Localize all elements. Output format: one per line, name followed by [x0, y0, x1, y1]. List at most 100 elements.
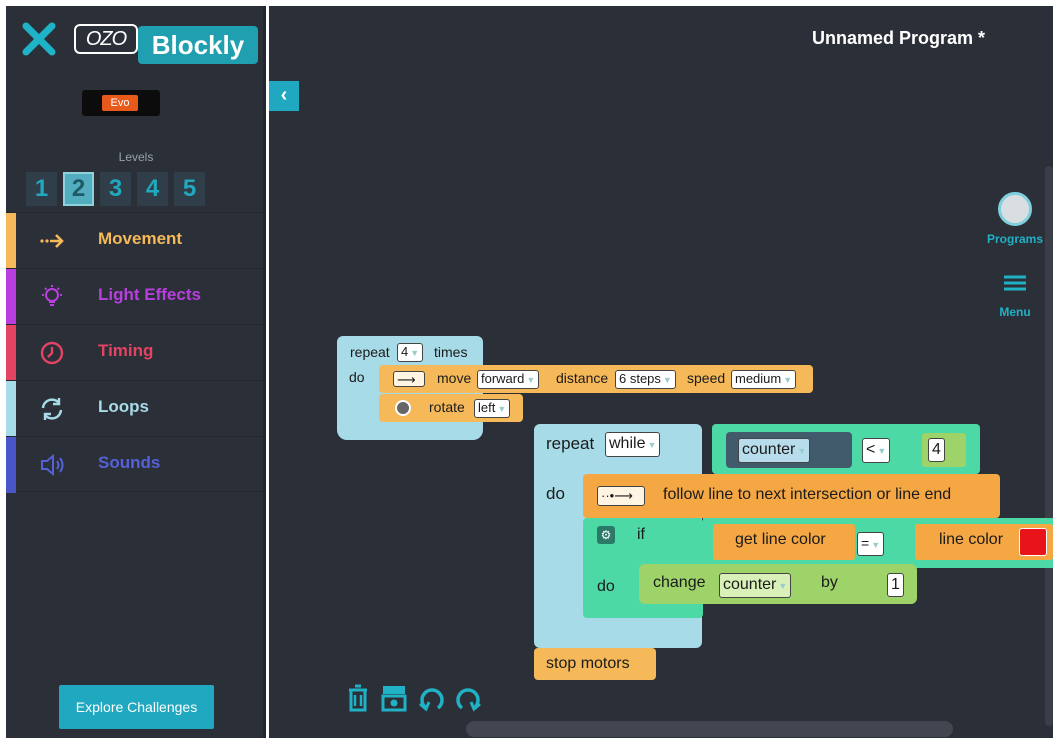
category-timing[interactable]: Timing	[6, 324, 266, 381]
if-label: if	[637, 526, 645, 543]
chevron-down-icon: ▼	[783, 375, 793, 385]
variable-value: counter	[723, 576, 777, 593]
chevron-down-icon: ▼	[647, 440, 657, 450]
follow-line-block[interactable]: ··•⟶ follow line to next intersection or…	[583, 474, 1000, 518]
change-variable-block[interactable]: change counter ▼ by 1	[639, 564, 917, 604]
arrow-icon: ⟶	[393, 371, 425, 387]
chevron-down-icon: ▼	[410, 348, 420, 358]
rotate-value: left	[478, 400, 496, 415]
operator-dropdown[interactable]: < ▼	[862, 438, 891, 463]
color-swatch[interactable]	[1019, 528, 1047, 556]
move-block[interactable]: ⟶ move forward ▼ distance 6 steps ▼ speed …	[379, 365, 813, 393]
distance-value: 6 steps	[619, 371, 661, 386]
level-4-button[interactable]: 4	[137, 172, 168, 206]
category-label: Timing	[98, 341, 154, 360]
rotate-label: rotate	[429, 399, 465, 415]
menu-label: Menu	[999, 305, 1031, 319]
distance-dropdown[interactable]: 6 steps ▼	[615, 370, 676, 389]
programs-button[interactable]: Programs	[985, 192, 1045, 262]
clock-icon	[40, 341, 64, 365]
redo-icon[interactable]	[453, 682, 483, 714]
repeat-label: repeat	[546, 434, 595, 453]
distance-label: distance	[556, 370, 609, 386]
evo-badge: Evo	[82, 90, 160, 116]
undo-icon[interactable]	[417, 682, 447, 714]
do-label: do	[546, 484, 565, 503]
loop-mode-value: while	[609, 435, 646, 452]
increment-input[interactable]: 1	[887, 573, 904, 597]
category-label: Sounds	[98, 453, 161, 472]
category-sounds[interactable]: Sounds	[6, 436, 266, 493]
chevron-down-icon: ▼	[497, 404, 507, 414]
explore-challenges-button[interactable]: Explore Challenges	[59, 685, 214, 729]
chevron-down-icon: ▼	[662, 375, 672, 385]
follow-line-icon: ··•⟶	[597, 486, 645, 506]
program-title[interactable]: Unnamed Program *	[812, 28, 985, 49]
speed-label: speed	[687, 370, 726, 386]
category-color-bar	[6, 269, 16, 325]
operator-value: <	[866, 441, 876, 458]
workspace[interactable]: Unnamed Program * ‹ Programs Menu repeat…	[269, 6, 1053, 738]
loop-icon	[41, 398, 63, 420]
vertical-scrollbar[interactable]	[1045, 166, 1053, 726]
level-selector: 1 2 3 4 5	[26, 172, 211, 206]
close-icon[interactable]	[22, 22, 56, 56]
speaker-icon	[41, 453, 64, 477]
bulb-icon	[42, 285, 62, 306]
stop-motors-label: stop motors	[546, 655, 630, 672]
blockly-logo: Blockly	[138, 26, 258, 64]
clean-up-icon[interactable]	[379, 682, 409, 714]
category-color-bar	[6, 213, 16, 269]
gear-icon[interactable]: ⚙	[597, 526, 615, 544]
do-label: do	[349, 369, 365, 385]
rotate-block[interactable]: rotate left ▼	[379, 394, 523, 422]
limit-input[interactable]: 4	[928, 438, 945, 462]
times-label: times	[434, 344, 468, 360]
programs-icon	[998, 192, 1032, 226]
hamburger-icon	[1004, 275, 1026, 291]
levels-title: Levels	[118, 150, 154, 164]
category-light-effects[interactable]: Light Effects	[6, 268, 266, 325]
direction-value: forward	[481, 371, 525, 386]
repeat-count-value: 4	[401, 344, 409, 359]
direction-dropdown[interactable]: forward ▼	[477, 370, 540, 389]
counter-dropdown[interactable]: counter ▼	[738, 438, 811, 463]
programs-label: Programs	[986, 232, 1044, 246]
chevron-down-icon: ▼	[797, 446, 807, 456]
category-color-bar	[6, 381, 16, 437]
category-loops[interactable]: Loops	[6, 380, 266, 437]
speed-dropdown[interactable]: medium ▼	[731, 370, 797, 389]
chevron-down-icon: ▼	[877, 446, 887, 456]
sidebar: OZO Blockly Evo Levels 1 2 3 4 5 Movemen…	[6, 6, 266, 738]
rotate-icon	[395, 400, 411, 416]
stop-motors-block[interactable]: stop motors	[534, 648, 656, 680]
chevron-down-icon: ▼	[778, 581, 788, 591]
color-compare-block[interactable]: get line color = ▼ line color	[703, 518, 1053, 568]
collapse-sidebar-button[interactable]: ‹	[269, 81, 299, 111]
line-color-label: line color	[939, 531, 1004, 548]
rotate-dropdown[interactable]: left ▼	[474, 399, 511, 418]
chevron-down-icon: ▼	[871, 540, 881, 550]
loop-mode-dropdown[interactable]: while ▼	[605, 432, 661, 457]
trash-icon[interactable]	[343, 682, 373, 714]
level-5-button[interactable]: 5	[174, 172, 205, 206]
category-movement[interactable]: Movement	[6, 212, 266, 269]
move-label: move	[437, 370, 472, 386]
level-2-button[interactable]: 2	[63, 172, 94, 206]
category-color-bar	[6, 325, 16, 381]
level-1-button[interactable]: 1	[26, 172, 57, 206]
equals-value: =	[861, 535, 870, 551]
get-line-color-label: get line color	[735, 531, 826, 548]
repeat-count-dropdown[interactable]: 4 ▼	[397, 343, 424, 362]
category-label: Movement	[98, 229, 183, 248]
variable-dropdown[interactable]: counter ▼	[719, 573, 792, 598]
menu-button[interactable]: Menu	[989, 274, 1041, 324]
horizontal-scrollbar[interactable]	[466, 721, 953, 737]
category-label: Light Effects	[98, 285, 201, 304]
level-3-button[interactable]: 3	[100, 172, 131, 206]
equals-dropdown[interactable]: = ▼	[857, 532, 885, 556]
repeat-label: repeat	[350, 344, 390, 360]
compare-block[interactable]: counter ▼ < ▼ 4	[712, 424, 980, 474]
speed-value: medium	[735, 371, 782, 386]
follow-line-label: follow line to next intersection or line…	[663, 486, 952, 503]
